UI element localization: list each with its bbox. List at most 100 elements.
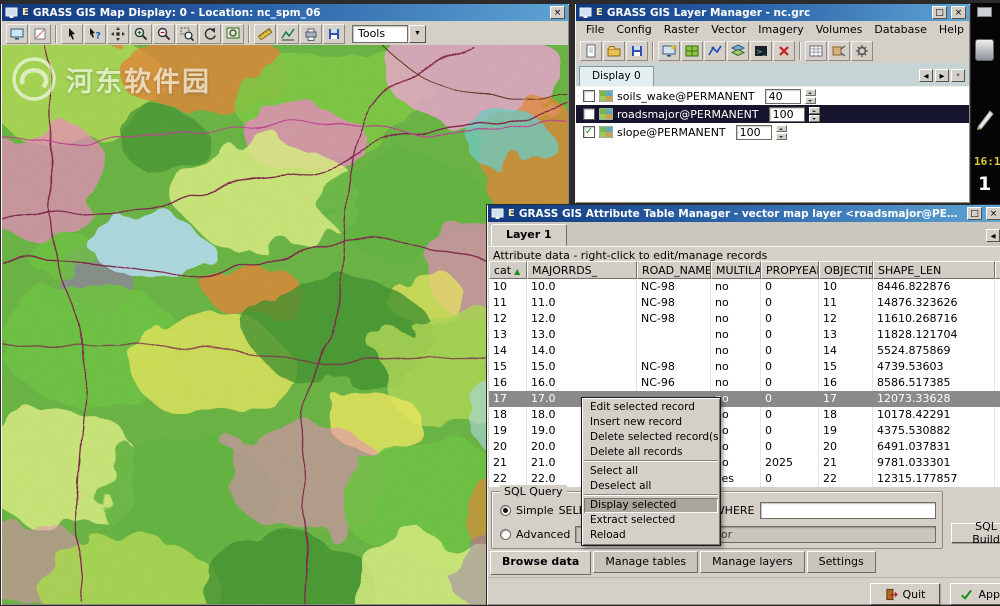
add-vector-icon[interactable] — [704, 41, 726, 61]
table-row[interactable]: 16 16.0 NC-96 no 0 16 8586.517385 — [489, 375, 1000, 391]
measure-icon[interactable] — [254, 24, 276, 44]
column-header-cat[interactable]: cat▲ — [489, 261, 527, 279]
table-row[interactable]: 20 20.0 no 0 20 6491.037831 — [489, 439, 1000, 455]
pan-icon[interactable] — [107, 24, 129, 44]
zoom-back-icon[interactable] — [199, 24, 221, 44]
panel-pen-icon[interactable] — [974, 105, 996, 131]
sql-build-button[interactable]: SQL Build — [951, 523, 1000, 543]
simple-radio[interactable] — [500, 505, 511, 516]
panel-window-icon[interactable] — [977, 7, 992, 17]
save-icon[interactable] — [323, 24, 345, 44]
sql-where-input[interactable] — [760, 502, 937, 519]
context-menu-item[interactable]: Edit selected record — [584, 400, 718, 415]
layer-manager-titlebar[interactable]: E GRASS GIS Layer Manager - nc.grc □ × — [576, 4, 969, 21]
column-header-road-name[interactable]: ROAD_NAME — [637, 261, 711, 279]
layer-checkbox[interactable] — [583, 90, 595, 102]
layer-row[interactable]: roadsmajor@PERMANENT 100 — [576, 105, 969, 123]
context-menu-item[interactable]: Deselect all — [584, 479, 718, 495]
attribute-manager-titlebar[interactable]: E GRASS GIS Attribute Table Manager - ve… — [488, 205, 1000, 222]
open-workspace-icon[interactable] — [603, 41, 625, 61]
opacity-spinner[interactable] — [776, 125, 787, 140]
tools-combo[interactable]: Tools — [352, 25, 408, 43]
menu-item[interactable]: Imagery — [752, 21, 809, 38]
table-row[interactable]: 17 17.0 no 0 17 12073.33628 — [489, 391, 1000, 407]
opacity-spinner[interactable] — [805, 89, 816, 104]
settings-icon[interactable] — [851, 41, 873, 61]
table-row[interactable]: 15 15.0 NC-98 no 0 15 4739.53603 — [489, 359, 1000, 375]
column-header-shape-len[interactable]: SHAPE_LEN — [873, 261, 995, 279]
print-icon[interactable] — [300, 24, 322, 44]
erase-icon[interactable] — [29, 24, 51, 44]
zoom-box-icon[interactable] — [176, 24, 198, 44]
context-menu-item[interactable]: Insert new record — [584, 415, 718, 430]
layer-checkbox[interactable] — [583, 108, 595, 120]
layer-row[interactable]: ✓ slope@PERMANENT 100 — [576, 123, 969, 141]
apply-button[interactable]: Apply — [950, 583, 1000, 605]
table-row[interactable]: 13 13.0 no 0 13 11828.121704 — [489, 327, 1000, 343]
maximize-button[interactable]: □ — [932, 6, 947, 19]
add-layer-group-icon[interactable] — [727, 41, 749, 61]
table-row[interactable]: 11 11.0 NC-98 no 0 11 14876.323626 — [489, 295, 1000, 311]
opacity-value[interactable]: 100 — [736, 125, 772, 140]
bottom-tab[interactable]: Browse data — [490, 551, 591, 575]
pointer-icon[interactable] — [61, 24, 83, 44]
opacity-value[interactable]: 100 — [769, 107, 805, 122]
panel-app-icon[interactable] — [975, 39, 994, 61]
add-command-icon[interactable]: >_ — [750, 41, 772, 61]
context-menu-item[interactable]: Select all — [584, 464, 718, 479]
attribute-table-icon[interactable] — [805, 41, 827, 61]
column-header-majorrds[interactable]: MAJORRDS_ — [527, 261, 637, 279]
table-row[interactable]: 19 19.0 no 0 19 4375.530882 — [489, 423, 1000, 439]
menu-item[interactable]: Config — [610, 21, 657, 38]
opacity-value[interactable]: 40 — [765, 89, 801, 104]
column-header-multilane[interactable]: MULTILAN — [711, 261, 761, 279]
bottom-tab[interactable]: Manage tables — [593, 551, 698, 573]
display-icon[interactable] — [6, 24, 28, 44]
tab-scroll-left-button[interactable]: ◀ — [919, 69, 933, 82]
menu-item[interactable]: Database — [868, 21, 933, 38]
start-display-icon[interactable] — [658, 41, 680, 61]
tab-scroll-right-button[interactable]: ▶ — [935, 69, 949, 82]
column-header-propyear[interactable]: PROPYEAR — [761, 261, 819, 279]
close-button[interactable]: × — [951, 6, 966, 19]
context-menu-item[interactable]: Reload — [584, 528, 718, 543]
zoom-in-icon[interactable] — [130, 24, 152, 44]
raster-tools-icon[interactable] — [828, 41, 850, 61]
query-icon[interactable]: ? — [84, 24, 106, 44]
display-tab[interactable]: Display 0 — [579, 66, 654, 86]
table-row[interactable]: 12 12.0 NC-98 no 0 12 11610.268716 — [489, 311, 1000, 327]
column-header-objectid[interactable]: OBJECTID — [819, 261, 873, 279]
opacity-spinner[interactable] — [809, 107, 820, 122]
context-menu-item[interactable]: Display selected — [584, 498, 718, 513]
close-button[interactable]: × — [986, 207, 1000, 220]
bottom-tab[interactable]: Manage layers — [700, 551, 805, 573]
bottom-tab[interactable]: Settings — [807, 551, 876, 573]
menu-item[interactable]: Volumes — [810, 21, 869, 38]
context-menu-item[interactable]: Extract selected — [584, 513, 718, 528]
quit-button[interactable]: Quit — [870, 583, 940, 605]
table-row[interactable]: 14 14.0 no 0 14 5524.875869 — [489, 343, 1000, 359]
add-raster-icon[interactable] — [681, 41, 703, 61]
menu-item[interactable]: Vector — [705, 21, 752, 38]
layer-row[interactable]: soils_wake@PERMANENT 40 — [576, 87, 969, 105]
table-row[interactable]: 10 10.0 NC-98 no 0 10 8446.822876 — [489, 279, 1000, 295]
save-workspace-icon[interactable] — [626, 41, 648, 61]
context-menu-item[interactable]: Delete selected record(s) — [584, 430, 718, 445]
table-row[interactable]: 21 21.0 no 2025 21 9781.033301 — [489, 455, 1000, 471]
context-menu-item[interactable]: Delete all records — [584, 445, 718, 461]
menu-item[interactable]: Help — [933, 21, 970, 38]
layer-checkbox[interactable]: ✓ — [583, 126, 595, 138]
close-button[interactable]: × — [550, 6, 565, 19]
table-row[interactable]: 18 18.0 no 0 18 10178.42291 — [489, 407, 1000, 423]
menu-item[interactable]: Raster — [658, 21, 705, 38]
advanced-radio[interactable] — [500, 529, 511, 540]
tab-close-button[interactable]: × — [951, 69, 965, 82]
menu-item[interactable]: File — [580, 21, 610, 38]
tools-dropdown-arrow[interactable]: ▼ — [409, 25, 426, 43]
delete-layer-icon[interactable] — [773, 41, 795, 61]
map-display-titlebar[interactable]: E GRASS GIS Map Display: 0 - Location: n… — [2, 4, 568, 21]
tab-scroll-left-button[interactable]: ◀ — [986, 229, 1000, 242]
layer-1-tab[interactable]: Layer 1 — [491, 224, 567, 246]
map-canvas[interactable]: 河东软件园 — [2, 45, 568, 604]
zoom-out-icon[interactable] — [153, 24, 175, 44]
